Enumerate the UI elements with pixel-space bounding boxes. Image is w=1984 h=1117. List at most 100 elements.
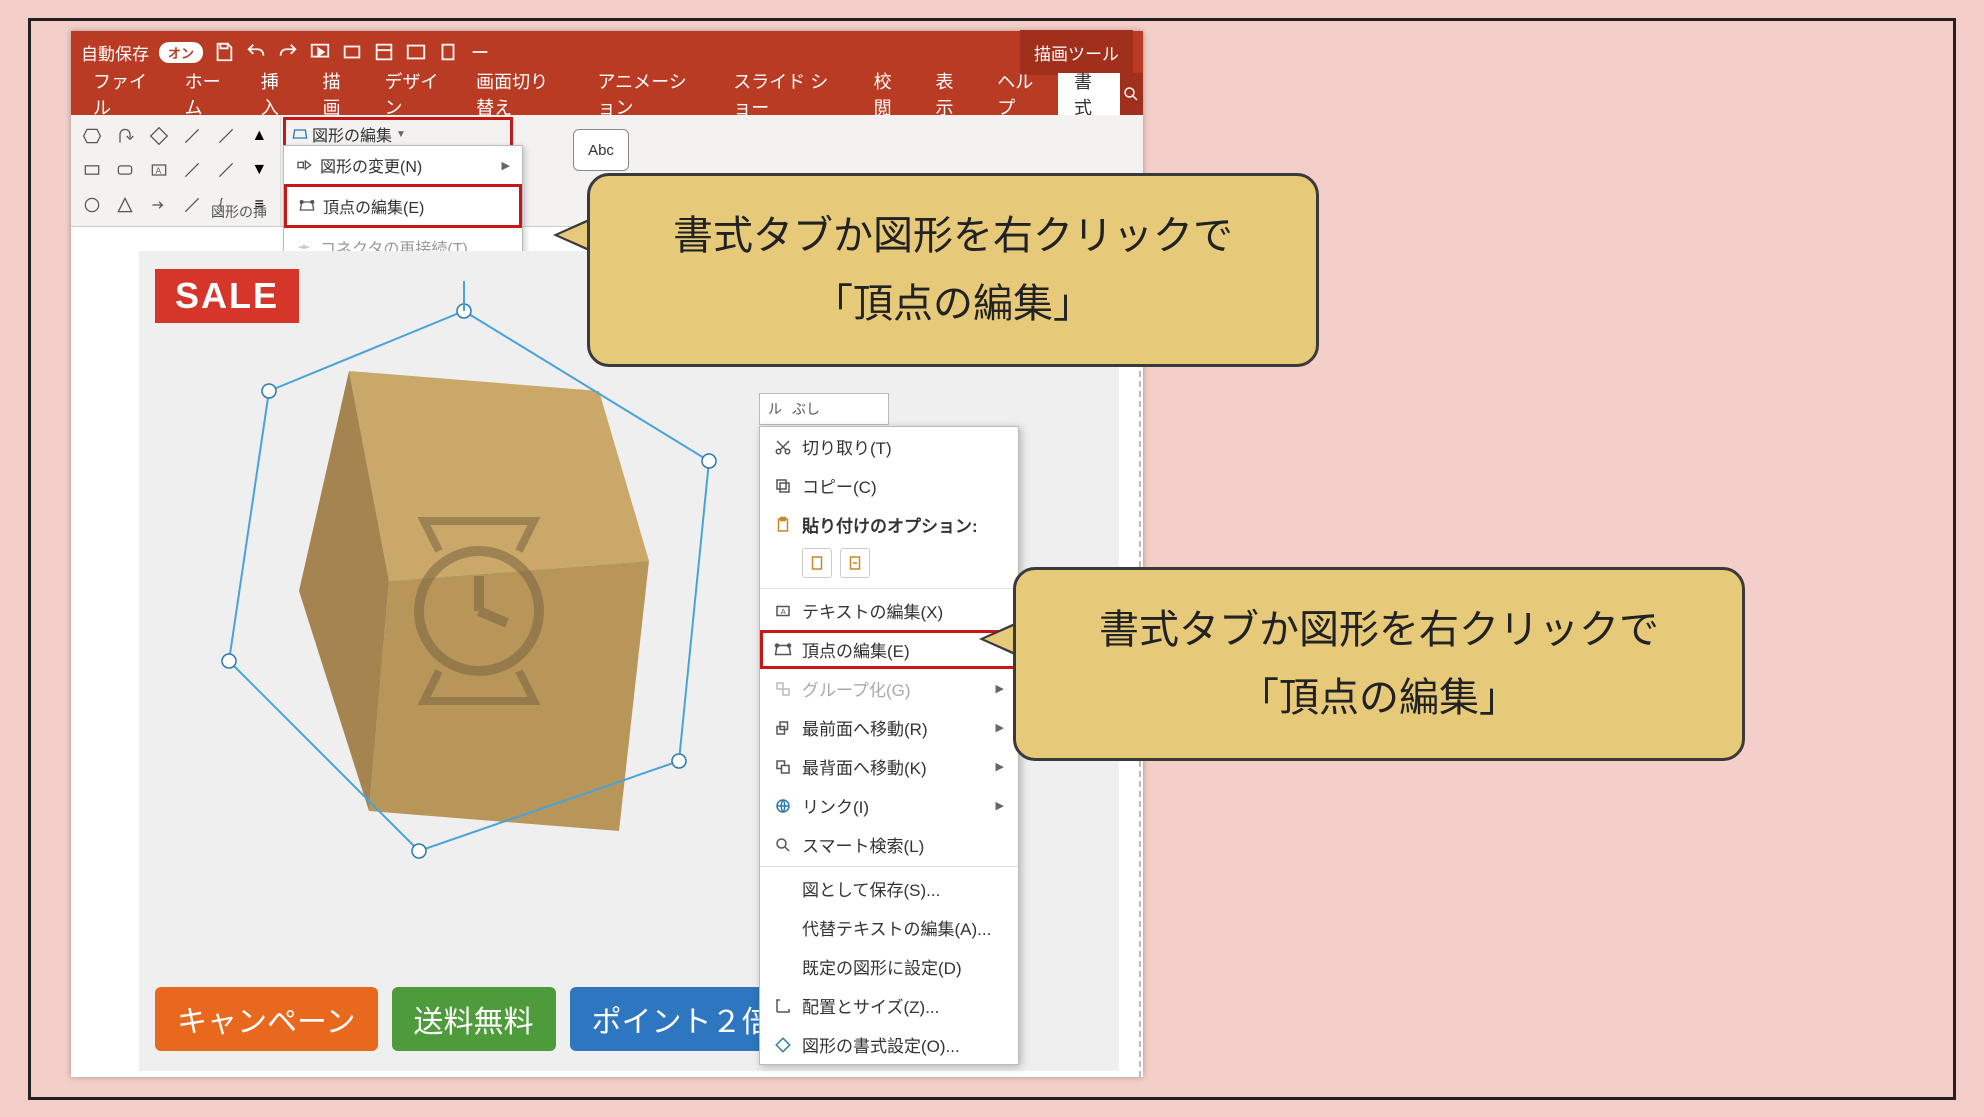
- qat-icon-d[interactable]: [437, 41, 459, 63]
- callout-2-line-2: 「頂点の編集」: [1058, 664, 1700, 732]
- ctx-format-shape[interactable]: 図形の書式設定(O)...: [760, 1025, 1018, 1064]
- shape-line[interactable]: [178, 121, 208, 151]
- svg-text:A: A: [781, 607, 786, 616]
- callout-1-line-1: 書式タブか図形を右クリックで: [632, 202, 1274, 270]
- shape-line4[interactable]: [211, 155, 241, 185]
- ctx-set-default-label: 既定の図形に設定(D): [802, 954, 962, 979]
- ctx-save-as-picture[interactable]: 図として保存(S)...: [760, 869, 1018, 908]
- badge-campaign: キャンペーン: [155, 987, 378, 1051]
- tab-draw[interactable]: 描画: [307, 73, 369, 115]
- tab-slideshow[interactable]: スライド ショー: [717, 73, 857, 115]
- ctx-bring-to-front[interactable]: 最前面へ移動(R) ▶: [760, 708, 1018, 747]
- annotation-callout-1: 書式タブか図形を右クリックで 「頂点の編集」: [587, 173, 1319, 367]
- shape-uturn[interactable]: [111, 121, 141, 151]
- ctx-edit-text-label: テキストの編集(X): [802, 598, 943, 623]
- ctx-smart-lookup-label: スマート検索(L): [802, 832, 924, 857]
- svg-text:A: A: [155, 166, 161, 176]
- submenu-arrow-icon: ▶: [996, 721, 1004, 734]
- shape-rect[interactable]: [77, 155, 107, 185]
- autosave-toggle[interactable]: オン: [159, 42, 203, 63]
- edit-shape-dropdown-menu: 図形の変更(N) ▶ 頂点の編集(E) コネクタの再接続(T): [283, 145, 523, 267]
- menu-edit-points[interactable]: 頂点の編集(E): [284, 184, 522, 228]
- menu-change-shape[interactable]: 図形の変更(N) ▶: [284, 146, 522, 184]
- tab-design[interactable]: デザイン: [368, 73, 460, 115]
- shape-arrow[interactable]: [144, 190, 174, 220]
- menu-change-shape-label: 図形の変更(N): [320, 153, 422, 177]
- ctx-copy[interactable]: コピー(C): [760, 466, 1018, 505]
- mini-toolbar-text-a: ル: [768, 399, 782, 419]
- paste-option-2[interactable]: [840, 548, 870, 578]
- bottom-badges: キャンペーン 送料無料 ポイント２倍: [155, 987, 794, 1051]
- chevron-down-icon: ▼: [396, 129, 406, 140]
- mini-toolbar[interactable]: ル ぶし: [759, 393, 889, 425]
- tab-animations[interactable]: アニメーション: [581, 73, 717, 115]
- ctx-send-back-label: 最背面へ移動(K): [802, 754, 927, 779]
- shape-line2[interactable]: [211, 121, 241, 151]
- save-icon[interactable]: [213, 41, 235, 63]
- redo-icon[interactable]: [277, 41, 299, 63]
- ctx-bring-front-label: 最前面へ移動(R): [802, 715, 928, 740]
- insert-shape-group-label: 図形の挿: [211, 202, 267, 222]
- ctx-smart-lookup[interactable]: スマート検索(L): [760, 825, 1018, 864]
- mini-toolbar-text-b: ぶし: [792, 399, 820, 419]
- shape-text[interactable]: A: [144, 155, 174, 185]
- ctx-group: グループ化(G) ▶: [760, 669, 1018, 708]
- tab-insert[interactable]: 挿入: [245, 73, 307, 115]
- slideshow-icon[interactable]: [309, 41, 331, 63]
- tab-format[interactable]: 書式: [1058, 73, 1120, 115]
- submenu-arrow-icon: ▶: [996, 682, 1004, 695]
- ctx-format-shape-label: 図形の書式設定(O)...: [802, 1032, 960, 1057]
- shape-diamond[interactable]: [144, 121, 174, 151]
- ctx-cut-label: 切り取り(T): [802, 434, 892, 459]
- callout-1-line-2: 「頂点の編集」: [632, 270, 1274, 338]
- submenu-arrow-icon: ▶: [996, 760, 1004, 773]
- shape-context-menu: 切り取り(T) コピー(C) 貼り付けのオプション: A テキストの編集(X): [759, 426, 1019, 1065]
- shape-circle[interactable]: [77, 190, 107, 220]
- paste-option-1[interactable]: [802, 548, 832, 578]
- shape-line3[interactable]: [178, 155, 208, 185]
- submenu-arrow-icon: ▶: [996, 799, 1004, 812]
- qat-icon-b[interactable]: [373, 41, 395, 63]
- undo-icon[interactable]: [245, 41, 267, 63]
- qat-icon-a[interactable]: [341, 41, 363, 63]
- ctx-alt-text[interactable]: 代替テキストの編集(A)...: [760, 908, 1018, 947]
- badge-free-shipping: 送料無料: [392, 987, 556, 1051]
- ctx-paste-options-label: 貼り付けのオプション:: [802, 512, 978, 537]
- ctx-set-default-shape[interactable]: 既定の図形に設定(D): [760, 947, 1018, 986]
- tab-home[interactable]: ホーム: [169, 73, 245, 115]
- title-bar: 自動保存 オン 描画ツール: [71, 31, 1143, 73]
- shape-scroll-up[interactable]: ▲: [245, 121, 275, 151]
- shape-hexagon[interactable]: [77, 121, 107, 151]
- ctx-paste-options-header: 貼り付けのオプション:: [760, 505, 1018, 544]
- ribbon-tabs: ファイル ホーム 挿入 描画 デザイン 画面切り替え アニメーション スライド …: [71, 73, 1143, 115]
- edit-shape-label: 図形の編集: [312, 122, 392, 146]
- tab-transitions[interactable]: 画面切り替え: [460, 73, 581, 115]
- callout-2-line-1: 書式タブか図形を右クリックで: [1058, 596, 1700, 664]
- tab-view[interactable]: 表示: [919, 73, 981, 115]
- qat-icon-c[interactable]: [405, 41, 427, 63]
- tab-review[interactable]: 校閲: [858, 73, 920, 115]
- tell-me-icon[interactable]: [1120, 73, 1143, 115]
- shape-scroll-down[interactable]: ▼: [245, 155, 275, 185]
- ctx-size-and-position[interactable]: 配置とサイズ(Z)...: [760, 986, 1018, 1025]
- autosave-label: 自動保存: [81, 40, 149, 65]
- ctx-link[interactable]: リンク(I) ▶: [760, 786, 1018, 825]
- ctx-size-position-label: 配置とサイズ(Z)...: [802, 993, 939, 1018]
- ctx-edit-points-label: 頂点の編集(E): [802, 637, 910, 662]
- shape-selection-outline[interactable]: [199, 281, 729, 881]
- ctx-cut[interactable]: 切り取り(T): [760, 427, 1018, 466]
- ctx-group-label: グループ化(G): [802, 676, 911, 701]
- ctx-link-label: リンク(I): [802, 793, 869, 818]
- tab-file[interactable]: ファイル: [77, 73, 169, 115]
- menu-edit-points-label: 頂点の編集(E): [323, 194, 424, 218]
- shape-roundrect[interactable]: [111, 155, 141, 185]
- shape-triangle[interactable]: [111, 190, 141, 220]
- qat-icon-e[interactable]: [469, 41, 491, 63]
- shape-style-preview[interactable]: Abc: [573, 129, 629, 171]
- shape-line5[interactable]: [178, 190, 208, 220]
- tab-help[interactable]: ヘルプ: [981, 73, 1058, 115]
- ctx-save-as-picture-label: 図として保存(S)...: [802, 876, 940, 901]
- submenu-arrow-icon: ▶: [502, 159, 510, 172]
- annotation-callout-2: 書式タブか図形を右クリックで 「頂点の編集」: [1013, 567, 1745, 761]
- ctx-send-to-back[interactable]: 最背面へ移動(K) ▶: [760, 747, 1018, 786]
